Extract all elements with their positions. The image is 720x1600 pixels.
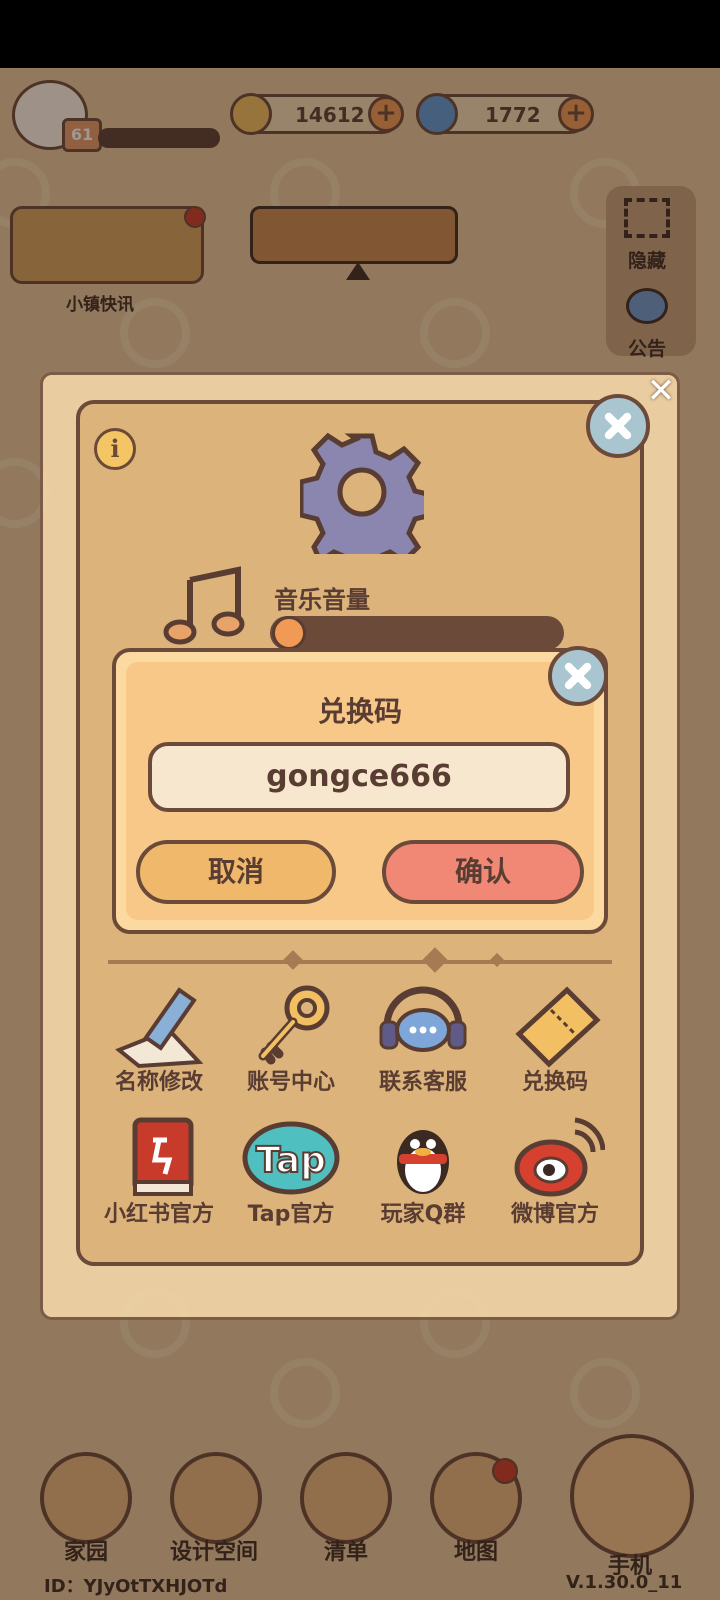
redeem-code-button[interactable]: 兑换码 <box>490 980 620 1110</box>
penguin-icon <box>373 1112 473 1202</box>
customer-service-label: 联系客服 <box>378 1070 467 1095</box>
qq-group-button[interactable]: 玩家Q群 <box>358 1112 488 1242</box>
account-center-label: 账号中心 <box>246 1070 335 1095</box>
redeem-code-label: 兑换码 <box>521 1070 588 1095</box>
music-volume-slider[interactable] <box>270 616 564 650</box>
settings-close-button[interactable] <box>586 394 650 458</box>
weibo-icon <box>505 1112 606 1202</box>
xiaohongshu-button[interactable]: 小红书官方 <box>94 1112 224 1242</box>
headset-chat-icon <box>373 980 473 1070</box>
cancel-button[interactable]: 取消 <box>136 840 336 904</box>
tap-official-button[interactable]: Tap Tap官方 <box>226 1112 356 1242</box>
dialog-close-button[interactable] <box>548 646 608 706</box>
weibo-label: 微博官方 <box>510 1202 599 1227</box>
svg-text:Tap: Tap <box>256 1140 326 1181</box>
gear-icon <box>298 430 434 577</box>
pencil-icon <box>109 980 209 1070</box>
music-volume-knob[interactable] <box>272 616 306 650</box>
redeem-code-input[interactable]: gongce666 <box>148 742 570 812</box>
music-note-icon <box>160 566 250 646</box>
xiaohongshu-label: 小红书官方 <box>103 1202 214 1227</box>
divider <box>108 960 612 964</box>
customer-service-button[interactable]: 联系客服 <box>358 980 488 1110</box>
tap-logo-icon: Tap <box>241 1112 341 1202</box>
key-icon <box>241 980 341 1070</box>
music-volume-label: 音乐音量 <box>274 586 370 614</box>
confirm-button[interactable]: 确认 <box>382 840 584 904</box>
dialog-title: 兑换码 <box>318 695 403 728</box>
ticket-icon <box>505 980 605 1070</box>
info-icon[interactable]: i <box>94 428 136 470</box>
account-center-button[interactable]: 账号中心 <box>226 980 356 1110</box>
weibo-button[interactable]: 微博官方 <box>490 1112 620 1242</box>
rename-label: 名称修改 <box>114 1070 203 1095</box>
qq-group-label: 玩家Q群 <box>380 1202 466 1227</box>
tap-official-label: Tap官方 <box>247 1202 335 1227</box>
rename-button[interactable]: 名称修改 <box>94 980 224 1110</box>
status-bar <box>0 0 720 68</box>
red-book-icon <box>109 1112 209 1202</box>
outer-close-icon[interactable]: ✕ <box>644 374 678 408</box>
